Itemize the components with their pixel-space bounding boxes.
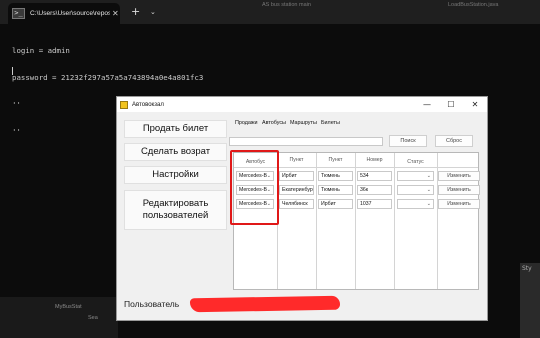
number-field[interactable]: 1037 xyxy=(357,199,392,209)
header-point-to: Пункт xyxy=(328,157,343,163)
header-status: Статус xyxy=(407,159,424,165)
to-field[interactable]: Тюмень xyxy=(318,171,353,181)
terminal-line: login = admin xyxy=(12,46,70,55)
chevron-down-icon: ⌄ xyxy=(426,173,431,179)
status-select[interactable]: ⌄ xyxy=(397,199,434,209)
column-divider xyxy=(316,153,317,289)
new-tab-button[interactable]: + xyxy=(131,6,140,17)
sell-ticket-button[interactable]: Продать билет xyxy=(124,120,227,138)
status-select[interactable]: ⌄ xyxy=(397,171,434,181)
to-field[interactable]: Тюмень xyxy=(318,185,353,195)
menu-item-routes[interactable]: Маршруты xyxy=(290,120,317,126)
chevron-down-icon: ⌄ xyxy=(426,201,431,207)
edit-row-button[interactable]: Изменить xyxy=(438,185,480,195)
maximize-button[interactable]: ☐ xyxy=(439,97,463,112)
terminal-icon: >_ xyxy=(12,8,25,19)
edit-users-button[interactable]: Редактировать пользователей xyxy=(124,190,227,230)
tab-dropdown-icon[interactable]: ⌄ xyxy=(150,8,156,16)
terminal-tab[interactable]: >_ C:\Users\User\source\repos\A ✕ xyxy=(8,3,120,24)
terminal-tab-bar: >_ C:\Users\User\source\repos\A ✕ + ⌄ AS… xyxy=(0,0,540,24)
number-field[interactable]: 36к xyxy=(357,185,392,195)
number-field[interactable]: 534 xyxy=(357,171,392,181)
window-title: Автовокзал xyxy=(132,101,164,108)
window-titlebar[interactable]: Автовокзал — ☐ ✕ xyxy=(117,97,487,112)
background-text: Sty xyxy=(522,265,532,272)
edit-row-button[interactable]: Изменить xyxy=(438,199,480,209)
reset-button[interactable]: Сброс xyxy=(435,135,473,147)
background-window-title: AS bus station main xyxy=(262,2,311,8)
edit-row-button[interactable]: Изменить xyxy=(438,171,480,181)
close-button[interactable]: ✕ xyxy=(463,97,487,112)
column-divider xyxy=(355,153,356,289)
status-select[interactable]: ⌄ xyxy=(397,185,434,195)
from-field[interactable]: Челябинск xyxy=(279,199,314,209)
header-number: Номер xyxy=(366,157,383,163)
background-editor-panel: Sty xyxy=(520,263,540,338)
close-tab-icon[interactable]: ✕ xyxy=(112,9,119,18)
background-text: MyBusStat xyxy=(55,304,82,310)
make-refund-button[interactable]: Сделать возрат xyxy=(124,143,227,161)
chevron-down-icon: ⌄ xyxy=(426,187,431,193)
terminal-tab-title: C:\Users\User\source\repos\A xyxy=(30,10,110,17)
header-point-from: Пункт xyxy=(289,157,304,163)
minimize-button[interactable]: — xyxy=(415,97,439,112)
redaction-mark xyxy=(189,295,341,313)
to-field[interactable]: Ирбит xyxy=(318,199,353,209)
menu-item-tickets[interactable]: Билеты xyxy=(321,120,340,126)
user-label: Пользователь xyxy=(124,299,180,309)
column-divider xyxy=(394,153,395,289)
settings-button[interactable]: Настройки xyxy=(124,166,227,184)
background-text: Sea xyxy=(88,315,98,321)
menu-item-buses[interactable]: Автобусы xyxy=(262,120,286,126)
menu-item-sales[interactable]: Продажи xyxy=(235,120,258,126)
terminal-cursor xyxy=(12,67,13,75)
search-button[interactable]: Поиск xyxy=(389,135,427,147)
app-icon xyxy=(120,100,128,109)
terminal-line: password = 21232f297a57a5a743894a0e4a801… xyxy=(12,73,204,82)
from-field[interactable]: Екатеринбург xyxy=(279,185,314,195)
app-window: Автовокзал — ☐ ✕ Продать билет Сделать в… xyxy=(116,96,488,321)
background-window-title-2: LoadBusStation.java xyxy=(448,2,499,8)
annotation-highlight-box xyxy=(230,150,279,225)
search-input[interactable] xyxy=(229,137,383,146)
from-field[interactable]: Ирбит xyxy=(279,171,314,181)
background-ide-panel: MyBusStat Sea xyxy=(0,297,118,338)
